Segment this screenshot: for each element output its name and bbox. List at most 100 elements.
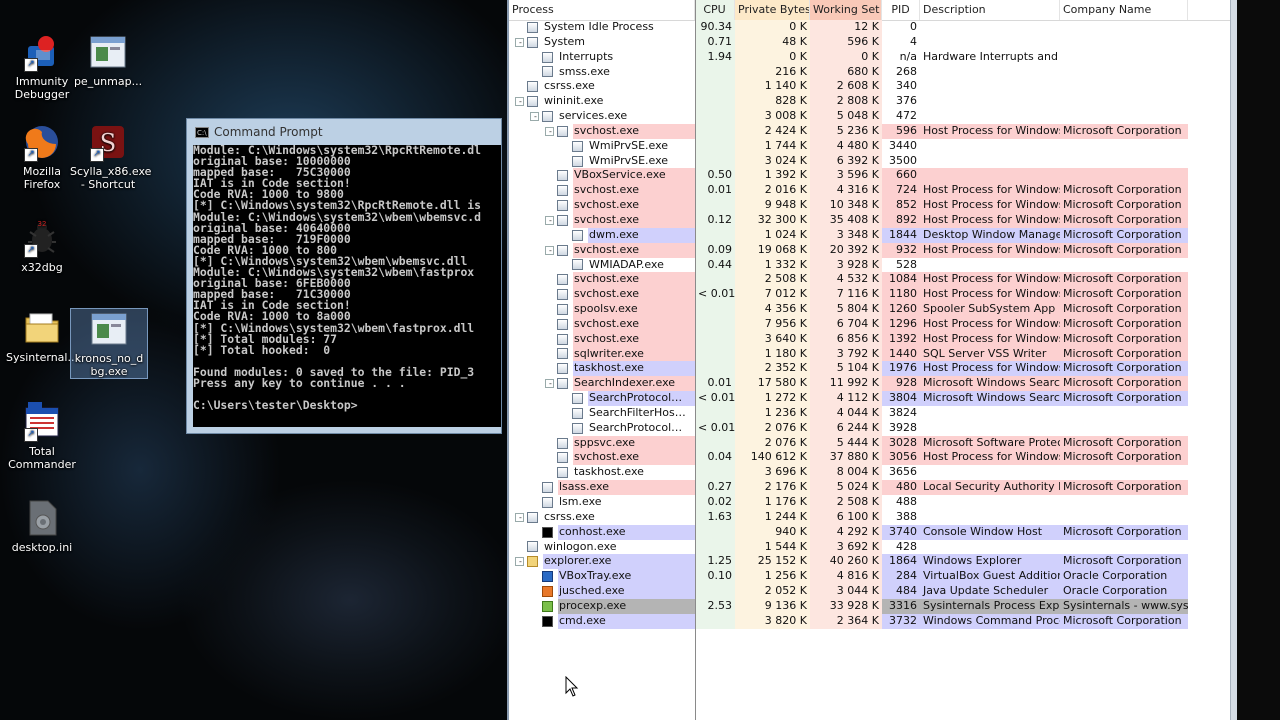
cpu-cell: < 0.01 <box>695 391 735 406</box>
process-row[interactable]: - explorer.exe 1.25 25 152 K 40 260 K 1864 Win… <box>509 554 1237 570</box>
command-prompt-title: Command Prompt <box>214 125 323 139</box>
column-divider[interactable] <box>695 0 696 720</box>
process-row[interactable]: - csrss.exe 1.63 1 244 K6 100 K 388 <box>509 509 1237 525</box>
process-row[interactable]: svchost.exe 9 948 K 10 348 K 852 Host Proces… <box>509 198 1237 213</box>
desktop-icon[interactable]: desktop.ini <box>4 498 80 554</box>
process-row[interactable]: procexp.exe 2.53 9 136 K 33 928 K 3316 Sysint… <box>509 598 1237 614</box>
desktop-icon[interactable]: kronos_no_d bg.exe <box>70 308 148 379</box>
process-row[interactable]: taskhost.exe 2 352 K5 104 K 1976 Host Proce… <box>509 361 1237 377</box>
process-row[interactable]: WmiPrvSE.exe 1 744 K4 480 K 3440 <box>509 138 1237 154</box>
process-row[interactable]: conhost.exe 940 K4 292 K 3740 Console Windo… <box>509 524 1237 540</box>
desktop-icon[interactable]: pe_unmap... <box>70 32 146 88</box>
column-header-private-bytes[interactable]: Private Bytes <box>735 0 810 20</box>
tree-collapse-icon[interactable]: - <box>530 111 539 121</box>
process-name: WmiPrvSE.exe <box>589 153 669 167</box>
process-row[interactable]: smss.exe 216 K 680 K 268 <box>509 64 1237 80</box>
console-output[interactable]: Module: C:\Windows\system32\RpcRtRemote.… <box>193 145 501 427</box>
process-name-cell: svchost.exe <box>509 272 695 288</box>
process-row[interactable]: WmiPrvSE.exe 3 024 K6 392 K 3500 <box>509 153 1237 169</box>
process-icon <box>527 36 538 48</box>
process-row[interactable]: SearchFilterHost.exe 1 236 K4 044 K 3824 <box>509 405 1237 421</box>
process-row[interactable]: spoolsv.exe 4 356 K5 804 K 1260 Spooler Sub… <box>509 302 1237 317</box>
description-cell: Desktop Window Manager <box>920 227 1060 243</box>
tree-collapse-icon[interactable]: - <box>545 215 554 225</box>
process-icon <box>527 81 538 93</box>
process-row[interactable]: svchost.exe 2 508 K4 532 K 1084 Host Proces… <box>509 272 1237 288</box>
desktop-icon-label: Immunity Debugger <box>14 75 70 101</box>
column-header-pid[interactable]: PID <box>882 0 920 20</box>
process-row[interactable]: Interrupts 1.94 0 K0 Kn/a Hardware Interrup… <box>509 49 1237 65</box>
pid-cell: 472 <box>896 109 917 123</box>
private-bytes-cell: 1 744 K <box>735 138 810 154</box>
process-row[interactable]: winlogon.exe 1 544 K3 692 K 428 <box>509 539 1237 555</box>
column-header-cpu[interactable]: CPU <box>695 0 735 20</box>
command-prompt-window[interactable]: C:\ Command Prompt Module: C:\Windows\sy… <box>186 118 502 434</box>
process-name: jusched.exe <box>559 584 625 598</box>
description-cell: Windows Explorer <box>920 554 1060 570</box>
process-icon <box>557 214 568 226</box>
process-row[interactable]: taskhost.exe 3 696 K8 004 K 3656 <box>509 465 1237 481</box>
process-row[interactable]: - SearchIndexer.exe 0.01 17 580 K 11 992 K 92… <box>509 376 1237 392</box>
process-row[interactable]: svchost.exe 3 640 K6 856 K 1392 Host Proces… <box>509 331 1237 347</box>
column-header-process[interactable]: Process <box>509 0 695 20</box>
process-row[interactable]: svchost.exe 0.04 140 612 K 37 880 K 3056 Host… <box>509 450 1237 466</box>
pid-cell: 1864 <box>882 554 920 570</box>
process-name-cell: WmiPrvSE.exe <box>509 154 695 169</box>
process-name-cell: - svchost.exe <box>509 242 695 258</box>
tree-collapse-icon[interactable]: - <box>515 512 524 522</box>
process-row[interactable]: - wininit.exe 828 K2 808 K 376 <box>509 94 1237 110</box>
process-row[interactable]: cmd.exe 3 820 K2 364 K 3732 Windows Command… <box>509 613 1237 629</box>
column-header-description[interactable]: Description <box>920 0 1060 20</box>
tree-collapse-icon[interactable]: - <box>515 557 524 567</box>
desktop-icon[interactable]: ↗ Total Commander <box>4 402 80 471</box>
desktop-icon[interactable]: Sysinternal... <box>4 308 80 364</box>
process-name: lsm.exe <box>559 495 602 508</box>
desktop-icon[interactable]: ↗ Mozilla Firefox <box>4 122 80 191</box>
private-bytes-cell: 3 024 K <box>735 153 810 169</box>
process-row[interactable]: lsm.exe 0.02 1 176 K2 508 K 488 <box>509 495 1237 510</box>
private-bytes-cell: 9 136 K <box>735 598 810 614</box>
column-header-working-set[interactable]: Working Set <box>810 0 882 20</box>
cpu-cell: 0.09 <box>695 242 735 258</box>
process-name-cell: svchost.exe <box>509 287 695 303</box>
process-row[interactable]: sppsvc.exe 2 076 K5 444 K 3028 Microsoft So… <box>509 435 1237 451</box>
tree-collapse-icon[interactable]: - <box>515 97 524 107</box>
process-row[interactable]: csrss.exe 1 140 K2 608 K 340 <box>509 79 1237 95</box>
description-cell: SQL Server VSS Writer <box>920 346 1060 362</box>
process-row[interactable]: - svchost.exe 0.09 19 068 K 20 392 K 932 Host … <box>509 242 1237 258</box>
process-row[interactable]: lsass.exe 0.27 2 176 K5 024 K 480 Local Secu… <box>509 480 1237 495</box>
desktop-icon[interactable]: ↗ Immunity Debugger <box>4 32 80 101</box>
process-row[interactable]: sqlwriter.exe 1 180 K3 792 K 1440 SQL Serve… <box>509 346 1237 362</box>
process-row[interactable]: SearchProtocolHost.e...< 0.012 076 K6 24… <box>509 420 1237 436</box>
process-row[interactable]: WMIADAP.exe 0.44 1 332 K3 928 K 528 <box>509 257 1237 273</box>
process-row[interactable]: System Idle Process 90.34 0 K 12 K 0 <box>509 20 1237 35</box>
process-row[interactable]: dwm.exe 1 024 K3 348 K 1844 Desktop Window … <box>509 227 1237 243</box>
process-icon <box>527 511 538 523</box>
command-prompt-titlebar[interactable]: C:\ Command Prompt <box>187 119 501 145</box>
process-explorer-window[interactable]: Process CPU Private Bytes Working Set PI… <box>507 0 1237 720</box>
process-name: dwm.exe <box>589 227 639 241</box>
process-row[interactable]: - System 0.71 48 K 596 K 4 <box>509 34 1237 50</box>
process-row[interactable]: jusched.exe 2 052 K3 044 K 484 Java Update … <box>509 584 1237 599</box>
desktop-icon[interactable]: 32 ↗ x32dbg <box>4 218 80 274</box>
process-row[interactable]: VBoxService.exe 0.50 1 392 K3 596 K 660 <box>509 168 1237 184</box>
tree-collapse-icon[interactable]: - <box>515 37 524 47</box>
description-cell: Spooler SubSystem App <box>920 302 1060 317</box>
process-name: sppsvc.exe <box>574 435 635 449</box>
process-row[interactable]: - svchost.exe 2 424 K5 236 K 596 Host Proces… <box>509 123 1237 139</box>
desktop-icon[interactable]: S ↗ Scylla_x86.exe - Shortcut <box>70 122 151 191</box>
process-row[interactable]: SearchProtocolHost.e...< 0.011 272 K4 11… <box>509 391 1237 406</box>
pid-cell: 340 <box>896 79 917 93</box>
process-row[interactable]: - services.exe 3 008 K5 048 K 472 <box>509 109 1237 124</box>
process-row[interactable]: - svchost.exe 0.12 32 300 K 35 408 K 892 Host … <box>509 212 1237 228</box>
process-tree[interactable]: System Idle Process 90.34 0 K 12 K 0- System 0… <box>509 20 1237 629</box>
tree-collapse-icon[interactable]: - <box>545 126 554 136</box>
process-row[interactable]: VBoxTray.exe 0.10 1 256 K4 816 K 284 Virtual… <box>509 569 1237 585</box>
process-row[interactable]: svchost.exe 0.01 2 016 K4 316 K 724 Host Pro… <box>509 183 1237 199</box>
process-row[interactable]: svchost.exe < 0.01 7 012 K7 116 K 1180 Host … <box>509 287 1237 303</box>
process-row[interactable]: svchost.exe 7 956 K6 704 K 1296 Host Proces… <box>509 316 1237 332</box>
tree-collapse-icon[interactable]: - <box>545 379 554 389</box>
column-header-company[interactable]: Company Name <box>1060 0 1188 20</box>
process-name-cell: WmiPrvSE.exe <box>509 139 695 154</box>
tree-collapse-icon[interactable]: - <box>545 245 554 255</box>
